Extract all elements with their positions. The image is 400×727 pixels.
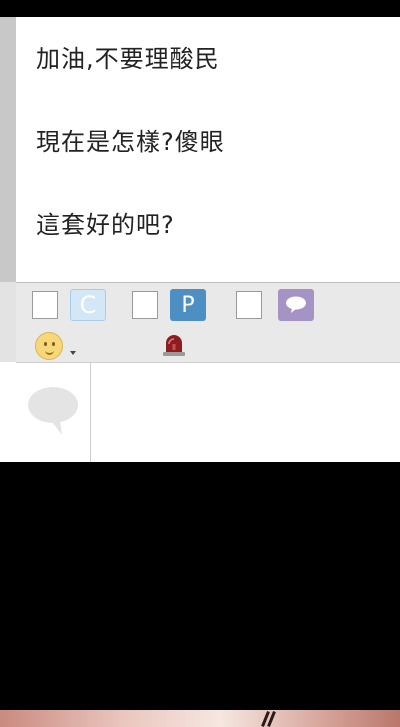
option-checkbox-c[interactable] <box>32 291 58 319</box>
left-scroll-strip <box>0 17 16 282</box>
c-icon[interactable]: C <box>70 289 106 321</box>
c-icon-letter: C <box>79 291 97 319</box>
option-checkbox-p[interactable] <box>132 291 158 319</box>
smiley-eye <box>44 342 47 346</box>
smiley-eye <box>52 342 55 346</box>
p-icon-letter: P <box>181 292 195 318</box>
p-icon[interactable]: P <box>170 289 206 321</box>
action-row <box>16 326 400 363</box>
message-list: 加油,不要理酸民 現在是怎樣?傻眼 這套好的吧? <box>16 17 400 282</box>
option-checkbox-bubble[interactable] <box>236 291 262 319</box>
smiley-mouth <box>45 348 54 355</box>
speech-bubble-icon <box>28 387 78 435</box>
option-toolbar: C P <box>16 282 400 328</box>
message-text: 這套好的吧? <box>36 211 175 239</box>
speech-bubble-icon[interactable] <box>278 289 314 321</box>
message-text: 現在是怎樣?傻眼 <box>36 128 225 156</box>
comment-input[interactable] <box>91 363 400 462</box>
siren-icon[interactable] <box>162 332 186 358</box>
smiley-icon[interactable] <box>35 332 63 360</box>
compose-area <box>16 363 400 462</box>
chevron-down-icon[interactable] <box>70 351 76 355</box>
speech-bubble-shape <box>286 296 306 313</box>
message-text: 加油,不要理酸民 <box>36 45 220 73</box>
avatar <box>16 363 91 462</box>
content-image-edge <box>0 710 400 727</box>
toolbar-edge <box>0 282 16 362</box>
